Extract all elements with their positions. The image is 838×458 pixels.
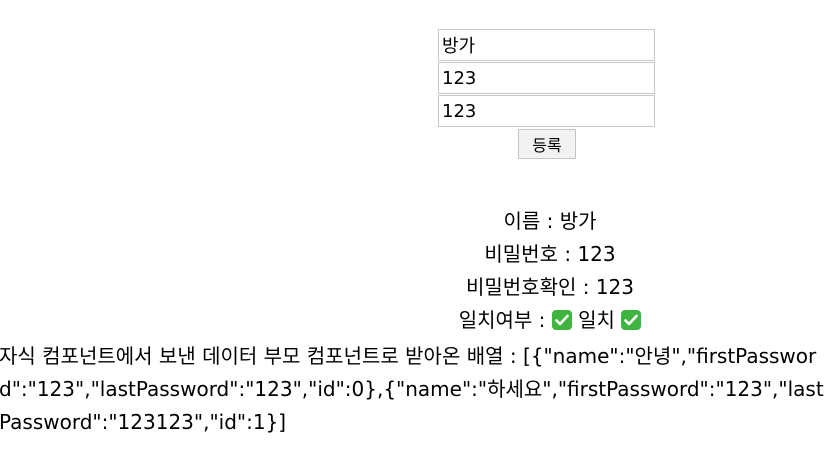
- match-result: 일치여부 : 일치: [430, 304, 670, 337]
- match-result-text: 일치: [571, 308, 622, 332]
- check-mark-icon: [551, 310, 572, 330]
- check-mark-icon: [621, 310, 642, 330]
- parent-array-output: 자식 컴포넌트에서 보낸 데이터 부모 컴포넌트로 받아온 배열 : [{"na…: [0, 344, 824, 434]
- name-result: 이름 : 방가: [430, 205, 670, 238]
- password-result-value: 123: [577, 242, 616, 266]
- registration-form: 등록: [438, 29, 656, 159]
- password-result: 비밀번호 : 123: [430, 238, 670, 271]
- confirm-result-label: 비밀번호확인 :: [465, 275, 596, 299]
- password-result-label: 비밀번호 :: [484, 242, 578, 266]
- name-input[interactable]: [438, 29, 655, 61]
- name-result-label: 이름 :: [503, 209, 560, 233]
- last-password-input[interactable]: [438, 95, 655, 127]
- register-button[interactable]: 등록: [518, 129, 576, 159]
- match-result-label: 일치여부 :: [458, 308, 552, 332]
- name-result-value: 방가: [559, 209, 597, 233]
- result-panel: 이름 : 방가 비밀번호 : 123 비밀번호확인 : 123 일치여부 : 일…: [430, 205, 670, 337]
- first-password-input[interactable]: [438, 62, 655, 94]
- confirm-result: 비밀번호확인 : 123: [430, 271, 670, 304]
- confirm-result-value: 123: [595, 275, 635, 299]
